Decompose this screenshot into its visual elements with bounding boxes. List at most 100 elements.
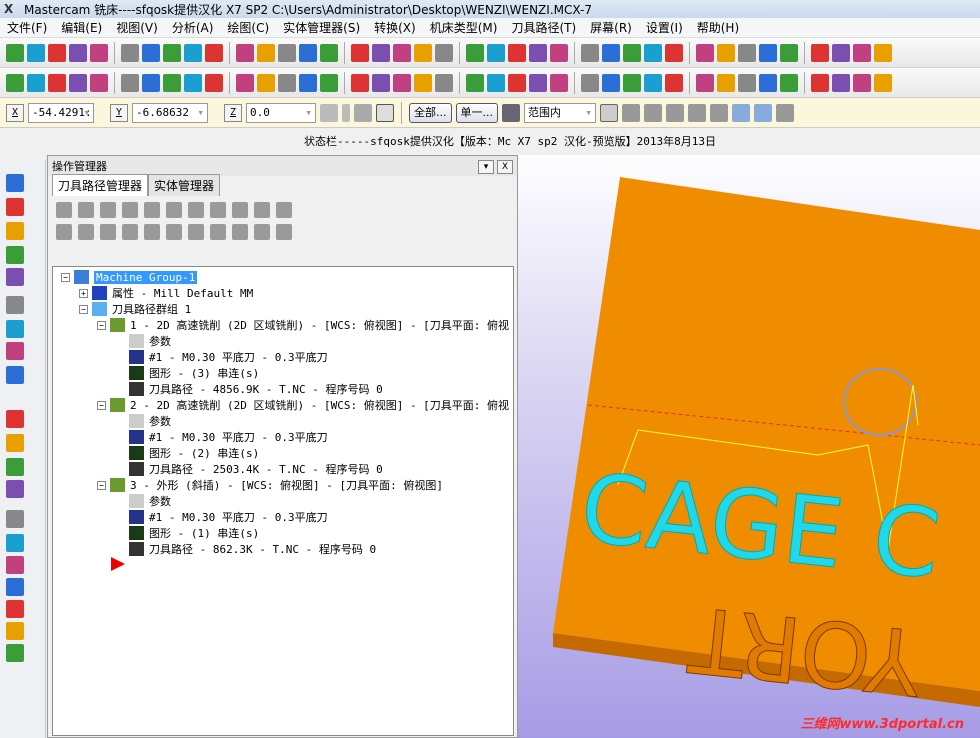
toolbar-button-icon[interactable] bbox=[550, 43, 568, 62]
collapse-icon[interactable]: − bbox=[97, 320, 106, 330]
manager-tool-icon[interactable] bbox=[276, 202, 292, 218]
graphics-viewport[interactable]: CAGE C YORT 三维网www.3dportal.cn bbox=[518, 155, 980, 738]
toolbar-button-icon[interactable] bbox=[48, 73, 66, 92]
tree-node[interactable]: 图形 - (2) 串连(s) bbox=[129, 445, 259, 461]
left-toolbar-button-icon[interactable] bbox=[6, 644, 24, 662]
range-select[interactable]: 范围内 bbox=[524, 102, 596, 123]
z-coordinate-input[interactable]: 0.0 bbox=[246, 102, 316, 123]
toolbar-button-icon[interactable] bbox=[69, 73, 87, 92]
toolbar-button-icon[interactable] bbox=[184, 73, 202, 92]
tree-node[interactable]: 刀具路径 - 862.3K - T.NC - 程序号码 0 bbox=[129, 541, 376, 557]
toolbar-button-icon[interactable] bbox=[414, 73, 432, 92]
toolbar-button-icon[interactable] bbox=[205, 43, 223, 62]
toolbar-button-icon[interactable] bbox=[780, 43, 798, 62]
toolbar-button-icon[interactable] bbox=[738, 73, 756, 92]
toolbar-button-icon[interactable] bbox=[163, 43, 181, 62]
toolbar-button-icon[interactable] bbox=[759, 43, 777, 62]
manager-tool-icon[interactable] bbox=[100, 202, 116, 218]
toolbar-button-icon[interactable] bbox=[6, 73, 24, 92]
toolbar-button-icon[interactable] bbox=[320, 73, 338, 92]
toolbar-button-icon[interactable] bbox=[696, 43, 714, 62]
x-coordinate-input[interactable]: -54.4291: bbox=[28, 102, 94, 123]
expand-icon[interactable]: + bbox=[79, 288, 88, 298]
menu-item[interactable]: 屏幕(R) bbox=[583, 19, 639, 36]
toolbar-button-icon[interactable] bbox=[466, 73, 484, 92]
toolbar-button-icon[interactable] bbox=[257, 73, 275, 92]
manager-tool-icon[interactable] bbox=[188, 224, 204, 240]
toolbar-button-icon[interactable] bbox=[738, 43, 756, 62]
toolbar-button-icon[interactable] bbox=[90, 43, 108, 62]
left-toolbar-button-icon[interactable] bbox=[6, 222, 24, 240]
left-toolbar-button-icon[interactable] bbox=[6, 410, 24, 428]
left-toolbar-button-icon[interactable] bbox=[6, 434, 24, 452]
toolbar-button-icon[interactable] bbox=[257, 43, 275, 62]
menu-item[interactable]: 设置(I) bbox=[639, 19, 690, 36]
insert-arrow-icon[interactable] bbox=[111, 557, 125, 571]
tab-toolpath-manager[interactable]: 刀具路径管理器 bbox=[52, 174, 149, 196]
toolbar-button-icon[interactable] bbox=[121, 43, 139, 62]
left-toolbar-button-icon[interactable] bbox=[6, 296, 24, 314]
tree-node[interactable]: − 3 - 外形 (斜插) - [WCS: 俯视图] - [刀具平面: 俯视图] bbox=[97, 477, 443, 493]
left-toolbar-button-icon[interactable] bbox=[6, 366, 24, 384]
collapse-icon[interactable]: − bbox=[61, 272, 70, 282]
toolbar-button-icon[interactable] bbox=[435, 73, 453, 92]
tree-node[interactable]: #1 - M0.30 平底刀 - 0.3平底刀 bbox=[129, 429, 328, 445]
tree-node[interactable]: 参数 bbox=[129, 493, 171, 509]
collapse-icon[interactable]: − bbox=[79, 304, 88, 314]
manager-tool-icon[interactable] bbox=[144, 224, 160, 240]
toolbar-button-icon[interactable] bbox=[320, 43, 338, 62]
toolbar-button-icon[interactable] bbox=[623, 73, 641, 92]
menu-item[interactable]: 编辑(E) bbox=[54, 19, 109, 36]
verify-icon[interactable] bbox=[732, 103, 750, 122]
menu-item[interactable]: 转换(X) bbox=[367, 19, 423, 36]
toolbar-button-icon[interactable] bbox=[69, 43, 87, 62]
toolbar-button-icon[interactable] bbox=[278, 43, 296, 62]
toolbar-button-icon[interactable] bbox=[435, 43, 453, 62]
tree-node[interactable]: − 刀具路径群组 1 bbox=[79, 301, 191, 317]
manager-tool-icon[interactable] bbox=[122, 224, 138, 240]
tree-node[interactable]: − 2 - 2D 高速铣削 (2D 区域铣削) - [WCS: 俯视图] - [刀… bbox=[97, 397, 509, 413]
toolbar-button-icon[interactable] bbox=[832, 43, 850, 62]
tree-node[interactable]: #1 - M0.30 平底刀 - 0.3平底刀 bbox=[129, 349, 328, 365]
toolbar-button-icon[interactable] bbox=[717, 73, 735, 92]
toolbar-button-icon[interactable] bbox=[487, 73, 505, 92]
toolbar-button-icon[interactable] bbox=[236, 73, 254, 92]
manager-tool-icon[interactable] bbox=[210, 224, 226, 240]
toolbar-button-icon[interactable] bbox=[665, 73, 683, 92]
manager-tool-icon[interactable] bbox=[122, 202, 138, 218]
tree-node[interactable]: 刀具路径 - 4856.9K - T.NC - 程序号码 0 bbox=[129, 381, 383, 397]
menu-item[interactable]: 分析(A) bbox=[165, 19, 221, 36]
body-select-icon[interactable] bbox=[688, 103, 706, 122]
manager-tool-icon[interactable] bbox=[232, 202, 248, 218]
left-toolbar-button-icon[interactable] bbox=[6, 342, 24, 360]
toolbar-button-icon[interactable] bbox=[351, 43, 369, 62]
manager-tool-icon[interactable] bbox=[188, 202, 204, 218]
toolbar-button-icon[interactable] bbox=[90, 73, 108, 92]
select-all-button[interactable]: 全部... bbox=[409, 102, 452, 123]
toolbar-button-icon[interactable] bbox=[163, 73, 181, 92]
toolbar-button-icon[interactable] bbox=[717, 43, 735, 62]
manager-tool-icon[interactable] bbox=[232, 224, 248, 240]
toolbar-button-icon[interactable] bbox=[644, 73, 662, 92]
manager-tool-icon[interactable] bbox=[166, 202, 182, 218]
toolbar-button-icon[interactable] bbox=[6, 43, 24, 62]
toolbar-button-icon[interactable] bbox=[696, 73, 714, 92]
manager-tool-icon[interactable] bbox=[78, 202, 94, 218]
left-toolbar-button-icon[interactable] bbox=[6, 600, 24, 618]
tree-node[interactable]: − 1 - 2D 高速铣削 (2D 区域铣削) - [WCS: 俯视图] - [刀… bbox=[97, 317, 509, 333]
left-toolbar-button-icon[interactable] bbox=[6, 246, 24, 264]
menu-item[interactable]: 绘图(C) bbox=[220, 19, 276, 36]
left-toolbar-button-icon[interactable] bbox=[6, 556, 24, 574]
toolbar-button-icon[interactable] bbox=[780, 73, 798, 92]
tree-node[interactable]: 参数 bbox=[129, 333, 171, 349]
toolbar-button-icon[interactable] bbox=[121, 73, 139, 92]
toolbar-button-icon[interactable] bbox=[278, 73, 296, 92]
toolbar-button-icon[interactable] bbox=[236, 43, 254, 62]
toolbar-button-icon[interactable] bbox=[853, 43, 871, 62]
toolbar-button-icon[interactable] bbox=[487, 43, 505, 62]
collapse-icon[interactable]: − bbox=[97, 400, 106, 410]
tree-node[interactable]: 图形 - (3) 串连(s) bbox=[129, 365, 259, 381]
manager-tool-icon[interactable] bbox=[78, 224, 94, 240]
chain-icon[interactable] bbox=[600, 103, 618, 122]
alert-icon[interactable] bbox=[342, 103, 350, 122]
